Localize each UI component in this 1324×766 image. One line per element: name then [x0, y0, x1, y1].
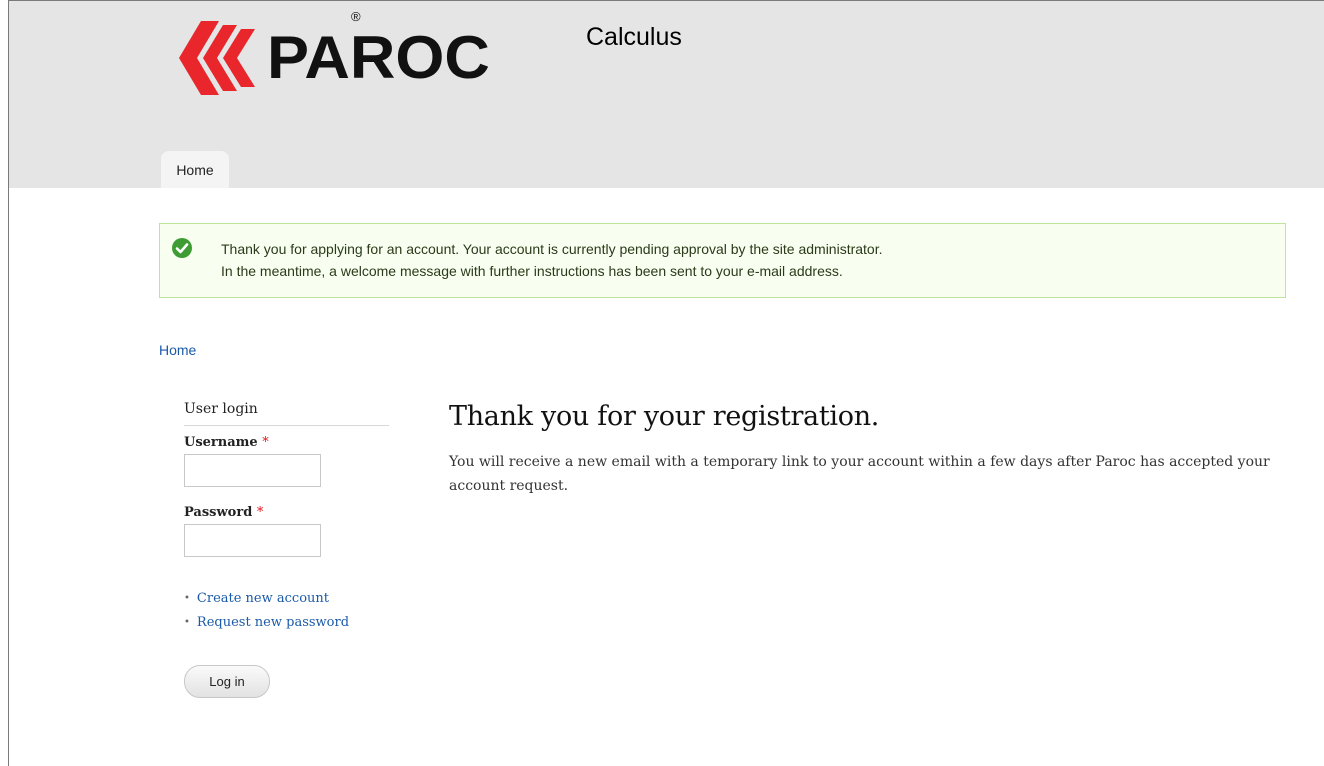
list-item: • Request new password — [184, 611, 389, 635]
required-marker: * — [256, 505, 264, 520]
main-content: Thank you for your registration. You wil… — [449, 401, 1279, 498]
status-line-2: In the meantime, a welcome message with … — [221, 263, 843, 279]
site-name[interactable]: Calculus — [586, 23, 682, 52]
list-item: • Create new account — [184, 587, 389, 611]
status-line-1: Thank you for applying for an account. Y… — [221, 241, 883, 257]
required-marker: * — [262, 435, 269, 450]
log-in-button[interactable]: Log in — [184, 665, 270, 698]
username-label: Username * — [184, 435, 389, 450]
password-label: Password * — [184, 505, 389, 520]
site-header: PAROC ® Calculus Home — [9, 1, 1324, 188]
request-password-link[interactable]: Request new password — [197, 615, 349, 630]
page-title: Thank you for your registration. — [449, 401, 880, 432]
check-circle-icon — [172, 238, 192, 258]
browser-page: PAROC ® Calculus Home Thank you for appl… — [8, 0, 1324, 766]
brand-wordmark: PAROC — [267, 24, 490, 91]
create-account-link[interactable]: Create new account — [197, 591, 329, 606]
block-title: User login — [184, 401, 389, 426]
username-label-text: Username — [184, 435, 258, 450]
tab-home[interactable]: Home — [161, 151, 229, 188]
password-input[interactable] — [184, 524, 321, 557]
password-label-text: Password — [184, 505, 253, 520]
breadcrumb-home[interactable]: Home — [159, 342, 196, 358]
username-input[interactable] — [184, 454, 321, 487]
user-login-block: User login Username * Password * • Create… — [184, 401, 389, 698]
paroc-logo-mark-icon — [179, 21, 255, 95]
bullet-icon: • — [184, 593, 190, 604]
paroc-logo[interactable]: PAROC — [179, 19, 490, 97]
registered-mark: ® — [351, 9, 361, 24]
status-message: Thank you for applying for an account. Y… — [159, 223, 1286, 298]
page-body-text: You will receive a new email with a temp… — [449, 454, 1270, 494]
bullet-icon: • — [184, 617, 190, 628]
account-links: • Create new account • Request new passwor… — [184, 587, 389, 635]
status-text: Thank you for applying for an account. Y… — [221, 238, 883, 282]
